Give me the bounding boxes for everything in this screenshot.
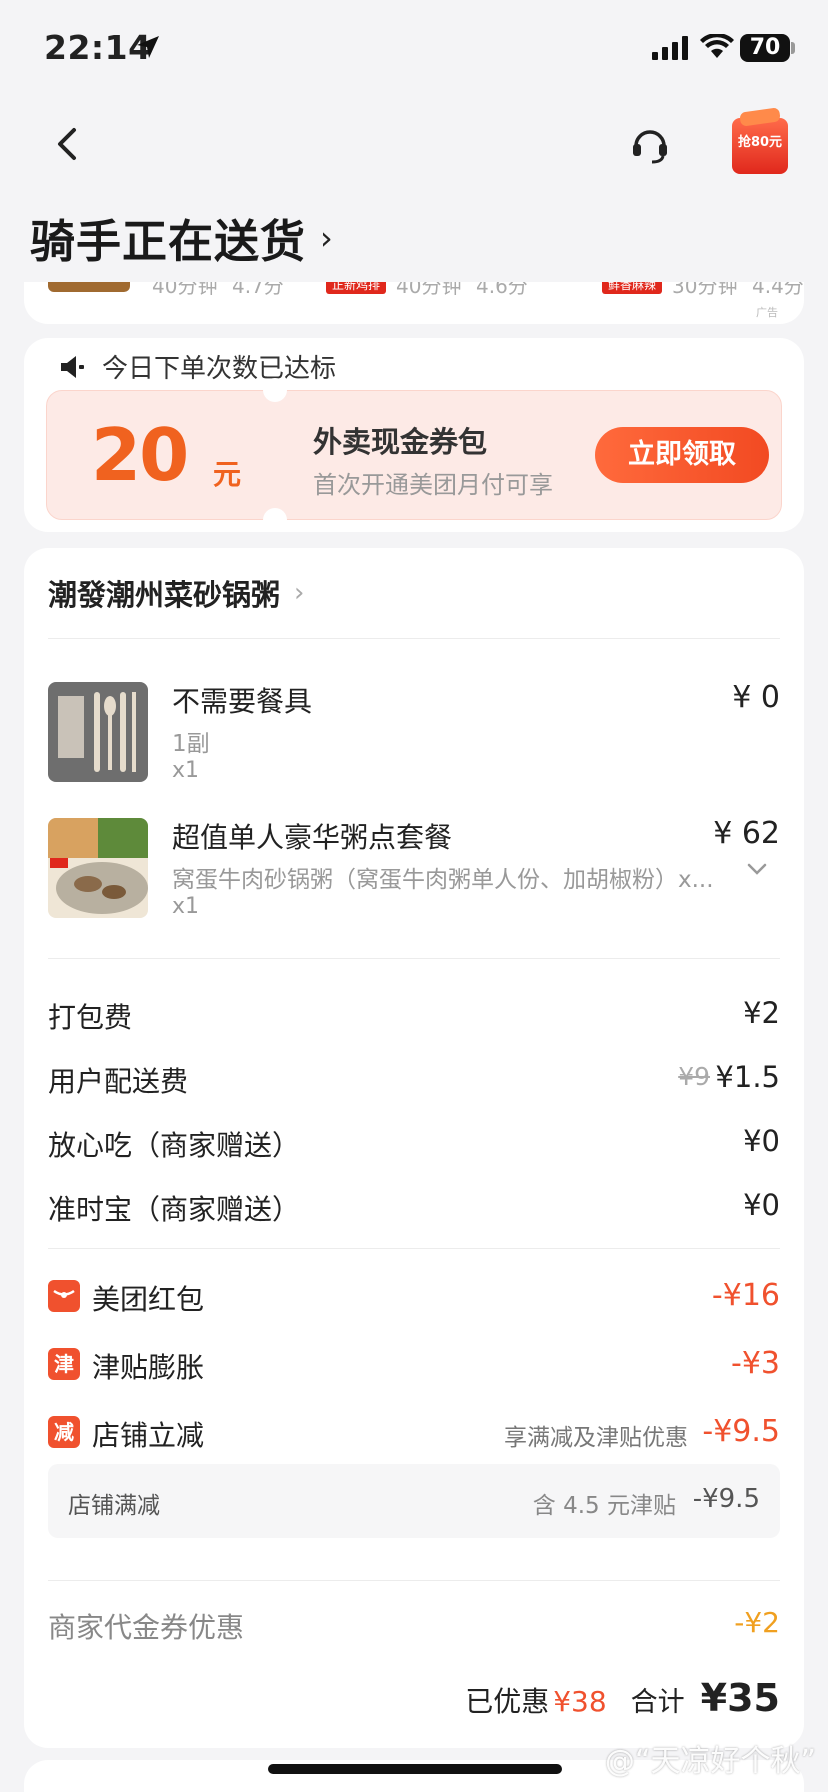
- discount-value: -¥3: [731, 1346, 780, 1381]
- divider: [48, 1580, 780, 1581]
- red-envelope-ad-button[interactable]: 抢80元: [732, 112, 790, 176]
- page-title: 骑手正在送货: [30, 215, 307, 268]
- coupon-unit: 元: [213, 458, 242, 491]
- coupon-amount: 20: [91, 413, 189, 497]
- subsidy-icon: 津: [48, 1348, 80, 1380]
- shop-link[interactable]: 潮發潮州菜砂锅粥 ›: [48, 572, 304, 614]
- rec-rating-1: 4.7分: [232, 282, 284, 298]
- reduction-icon: 减: [48, 1416, 80, 1448]
- chevron-right-icon: ›: [320, 218, 333, 257]
- voucher-value: -¥2: [734, 1606, 780, 1639]
- fee-value: ¥1.5: [715, 1060, 780, 1094]
- red-envelope-icon: [48, 1280, 80, 1312]
- ad-tag: 广告: [756, 306, 778, 319]
- home-indicator[interactable]: [268, 1764, 562, 1774]
- item-price: ¥ 62: [713, 816, 780, 851]
- item-desc: 窝蛋牛肉砂锅粥（窝蛋牛肉粥单人份、加胡椒粉）x...: [172, 867, 714, 893]
- promo-card: 今日下单次数已达标 20 元 外卖现金券包 首次开通美团月付可享 立即领取: [24, 338, 804, 532]
- status-bar: 22:14 70: [0, 0, 828, 96]
- back-icon[interactable]: [48, 124, 88, 164]
- order-item[interactable]: 不需要餐具 ¥ 0 1副 x1: [48, 680, 780, 792]
- battery-tip: [791, 42, 795, 54]
- discount-value: -¥16: [711, 1278, 780, 1313]
- fee-row: 用户配送费 ¥9 ¥1.5: [48, 1060, 780, 1100]
- item-price: ¥ 0: [732, 680, 780, 715]
- fee-original-value: ¥9: [678, 1062, 710, 1091]
- divider: [48, 638, 780, 639]
- sub-discount-value: -¥9.5: [692, 1484, 760, 1514]
- speaker-icon: [58, 353, 86, 381]
- cash-coupon[interactable]: 20 元 外卖现金券包 首次开通美团月付可享 立即领取: [46, 378, 782, 532]
- discount-label: 美团红包: [92, 1283, 205, 1316]
- divider: [48, 1248, 780, 1249]
- recommendation-strip[interactable]: 40分钟 4.7分 正新鸡排 40分钟 4.6分 鲜香麻辣 30分钟 4.4分 …: [24, 282, 804, 324]
- voucher-row: 商家代金券优惠 -¥2: [48, 1606, 780, 1646]
- discount-row: 美团红包 -¥16: [48, 1278, 780, 1318]
- item-qty: x1: [172, 758, 200, 783]
- fee-label: 准时宝（商家赠送）: [48, 1193, 301, 1226]
- fee-value: ¥0: [743, 1124, 780, 1158]
- chevron-right-icon: ›: [294, 578, 305, 608]
- promo-notice-text: 今日下单次数已达标: [102, 354, 337, 384]
- fee-label: 用户配送费: [48, 1065, 189, 1098]
- food-thumbnail: [48, 282, 130, 292]
- order-item[interactable]: 超值单人豪华粥点套餐 ¥ 62 窝蛋牛肉砂锅粥（窝蛋牛肉粥单人份、加胡椒粉）x.…: [48, 816, 780, 928]
- saved-label: 已优惠: [465, 1685, 550, 1718]
- wifi-icon: [700, 32, 734, 64]
- food-thumbnail: [48, 818, 148, 918]
- voucher-label: 商家代金券优惠: [48, 1611, 245, 1644]
- discount-label: 店铺立减: [92, 1419, 205, 1452]
- customer-service-icon[interactable]: [628, 122, 672, 166]
- fee-row: 打包费 ¥2: [48, 996, 780, 1036]
- coupon-notch-bottom: [263, 508, 287, 532]
- coupon-notch-top: [263, 378, 287, 402]
- item-name: 不需要餐具: [172, 685, 313, 718]
- rec-time-1: 40分钟: [152, 282, 218, 298]
- discount-note: 享满减及津贴优惠: [504, 1425, 688, 1451]
- fee-label: 打包费: [48, 1001, 133, 1034]
- rec-rating-3: 4.4分: [752, 282, 804, 298]
- saved-value: ¥38: [553, 1685, 607, 1718]
- rec-time-2: 40分钟: [396, 282, 462, 298]
- sub-discount-label: 店铺满减: [68, 1493, 160, 1519]
- fee-row: 准时宝（商家赠送） ¥0: [48, 1188, 780, 1228]
- divider: [48, 958, 780, 959]
- location-arrow-icon: [135, 34, 161, 64]
- promo-notice: 今日下单次数已达标: [58, 348, 336, 385]
- rec-tag-3: 鲜香麻辣: [602, 282, 663, 294]
- coupon-subtitle: 首次开通美团月付可享: [313, 471, 553, 499]
- rec-rating-2: 4.6分: [476, 282, 528, 298]
- total-value: ¥35: [700, 1676, 780, 1720]
- cellular-signal-icon: [652, 36, 690, 64]
- expand-chevron-icon[interactable]: [746, 858, 768, 880]
- utensils-thumbnail: [48, 682, 148, 782]
- fee-label: 放心吃（商家赠送）: [48, 1129, 301, 1162]
- item-desc: 1副: [172, 731, 210, 757]
- rec-time-3: 30分钟: [672, 282, 738, 298]
- discount-value: -¥9.5: [702, 1414, 780, 1449]
- battery-icon: 70: [740, 34, 790, 62]
- delivery-status-title[interactable]: 骑手正在送货 ›: [30, 205, 333, 270]
- total-label: 合计: [630, 1687, 685, 1718]
- discount-row: 减 店铺立减 享满减及津贴优惠 -¥9.5: [48, 1414, 780, 1454]
- fee-value: ¥2: [743, 996, 780, 1030]
- order-card: 潮發潮州菜砂锅粥 › 不需要餐具 ¥ 0 1副 x1 超值单人豪华粥点套餐 ¥ …: [24, 548, 804, 1748]
- ad-label: 抢80元: [732, 118, 788, 174]
- discount-row: 津 津贴膨胀 -¥3: [48, 1346, 780, 1386]
- item-qty: x1: [172, 894, 200, 919]
- fee-value: ¥0: [743, 1188, 780, 1222]
- order-total: 已优惠 ¥38 合计 ¥35: [465, 1676, 780, 1720]
- shop-name: 潮發潮州菜砂锅粥: [48, 578, 281, 612]
- fee-row: 放心吃（商家赠送） ¥0: [48, 1124, 780, 1164]
- rec-tag-2: 正新鸡排: [326, 282, 387, 294]
- watermark: @“天凉好个秋”: [604, 1744, 816, 1779]
- item-name: 超值单人豪华粥点套餐: [172, 821, 453, 854]
- claim-button[interactable]: 立即领取: [595, 427, 769, 483]
- sub-discount-note: 含 4.5 元津贴: [532, 1493, 676, 1519]
- discount-label: 津贴膨胀: [92, 1351, 205, 1384]
- shop-reduction-detail: 店铺满减 含 4.5 元津贴 -¥9.5: [48, 1464, 780, 1538]
- coupon-title: 外卖现金券包: [313, 425, 488, 459]
